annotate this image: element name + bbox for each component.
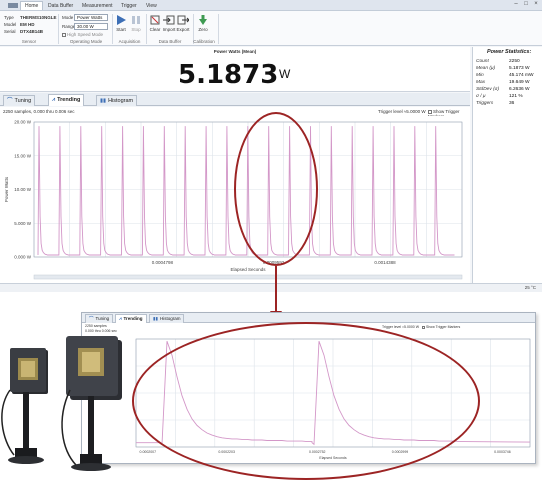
title-bar: Home Data Buffer Measurement Trigger Vie… <box>0 0 542 11</box>
menu-tab-measurement[interactable]: Measurement <box>78 2 117 10</box>
tab-histogram[interactable]: ▮▮ Histogram <box>96 95 138 106</box>
x-axis-label: Elapsed Seconds <box>230 267 266 272</box>
callout-arrow-line <box>275 266 277 313</box>
zoom-show-trigger-markers-checkbox[interactable]: Show Trigger Markers <box>422 325 460 329</box>
view-tab-strip: ⌒ Tuning ⩘ Trending ▮▮ Histogram <box>0 93 470 106</box>
sensor-model-label: Model <box>4 22 17 27</box>
range-select[interactable]: 30.00 W <box>74 23 108 30</box>
temperature-status: 25 °C <box>524 285 536 290</box>
x-tick-label: 0.0014388 <box>374 260 396 265</box>
trending-icon: ⩘ <box>52 97 56 103</box>
ribbon-toolbar: Type THERMS10NGLE Model EM HD Serial DTX… <box>0 11 542 46</box>
high-speed-checkbox[interactable]: High Speed Mode <box>62 32 103 37</box>
y-tick-label: 5.000 W <box>14 221 32 226</box>
ribbon-separator <box>146 14 147 44</box>
y-tick-label: 10.00 W <box>14 187 32 192</box>
power-readout-unit: W <box>279 67 291 81</box>
menu-tab-trigger[interactable]: Trigger <box>117 2 141 10</box>
menu-tab-view[interactable]: View <box>142 2 161 10</box>
stats-row: Mean (μ) 5.1873 W <box>476 66 530 71</box>
stats-row: Triggers 36 <box>476 101 515 106</box>
start-button[interactable]: Start <box>114 14 128 32</box>
tuning-icon: ⌒ <box>7 98 13 104</box>
stats-title: Power Statistics: <box>487 49 532 55</box>
zoom-tab-histogram[interactable]: ▮▮ Histogram <box>149 314 185 323</box>
mode-label: Mode <box>62 15 74 20</box>
stop-icon <box>132 16 140 24</box>
x-tick-label: 0.0004798 <box>152 260 174 265</box>
close-icon[interactable]: × <box>532 1 540 8</box>
stop-button[interactable]: Stop <box>129 14 143 32</box>
sensor-serial-value: DTX4B14B <box>20 29 44 34</box>
post-right <box>88 396 94 456</box>
play-icon <box>117 15 126 25</box>
power-readout-panel: Power Watts (Mean) 5.1873 W <box>0 47 470 92</box>
export-button[interactable]: Export <box>176 14 190 32</box>
y-tick-label: 20.00 W <box>14 120 32 125</box>
menu-tab-data-buffer[interactable]: Data Buffer <box>44 2 77 10</box>
ribbon-separator <box>58 14 59 44</box>
power-statistics-panel: Power Statistics: Count 2250 Mean (μ) 5.18… <box>472 47 542 283</box>
ribbon-separator <box>218 14 219 44</box>
y-axis-label: Power Watts <box>4 176 9 202</box>
sample-range-text: 2250 samples, 0.000 thru 0.006 sec <box>3 109 75 114</box>
minimize-icon[interactable]: – <box>512 1 520 8</box>
calibration-group-label: Calibration <box>193 39 215 44</box>
data-buffer-group-label: Data Buffer <box>158 39 182 44</box>
sensor-model-value: EM HD <box>20 22 35 27</box>
export-icon <box>177 15 189 25</box>
import-icon <box>163 15 175 25</box>
power-readout-value: 5.1873 <box>178 60 279 90</box>
zoom-detail-ellipse <box>132 322 480 480</box>
maximize-icon[interactable]: □ <box>522 1 530 8</box>
stats-row: Max 19.649 W <box>476 80 530 85</box>
stats-row: σ / μ 121 % <box>476 94 523 99</box>
stats-row: Min 45.174 mW <box>476 73 534 78</box>
zoom-x-tick-label: 0.0002007 <box>140 450 157 454</box>
import-button[interactable]: Import <box>162 14 176 32</box>
clear-icon <box>150 15 160 25</box>
zero-button[interactable]: Zero <box>196 14 210 32</box>
status-bar: 25 °C <box>0 283 542 292</box>
clear-button[interactable]: Clear <box>148 14 162 32</box>
stats-row: StdDev (σ) 6.2636 W <box>476 87 530 92</box>
sensor-group-label: Sensor <box>21 39 37 44</box>
histogram-icon: ▮▮ <box>100 98 107 104</box>
sensor-type-label: Type <box>4 15 14 20</box>
zoom-tab-tuning[interactable]: ⌒ Tuning <box>85 314 114 323</box>
zoom-trigger-level-text: Trigger level ≈5.0000 W <box>382 325 420 329</box>
power-readout-title: Power Watts (Mean) <box>213 49 257 54</box>
operating-mode-group-label: Operating Mode <box>69 39 103 44</box>
acquisition-group-label: Acquisition <box>118 39 141 44</box>
trigger-level-text: Trigger level ≈5.0000 W <box>378 109 426 114</box>
sensor-serial-label: Serial <box>4 29 16 34</box>
zoom-x-tick-label: 0.0003746 <box>494 450 511 454</box>
stats-row: Count 2250 <box>476 59 520 64</box>
zero-arrow-icon <box>199 15 207 25</box>
trend-info-bar: 2250 samples, 0.000 thru 0.006 sec Trigg… <box>0 107 470 119</box>
tab-trending[interactable]: ⩘ Trending <box>48 94 85 106</box>
y-tick-label: 15.00 W <box>14 153 32 158</box>
sensor-type-value: THERMS10NGLE <box>20 15 57 20</box>
tab-tuning[interactable]: ⌒ Tuning <box>3 95 36 106</box>
power-sensor-photo <box>1 336 122 471</box>
y-tick-label: 0.000 W <box>14 255 32 260</box>
zoom-callout-ellipse <box>234 112 318 266</box>
chart-scrollbar[interactable] <box>33 274 463 280</box>
post-left <box>23 392 29 450</box>
mode-select[interactable]: Power Watts <box>74 14 108 21</box>
zoom-tab-trending[interactable]: ⩘ Trending <box>115 314 147 323</box>
menu-tab-home[interactable]: Home <box>20 1 44 10</box>
